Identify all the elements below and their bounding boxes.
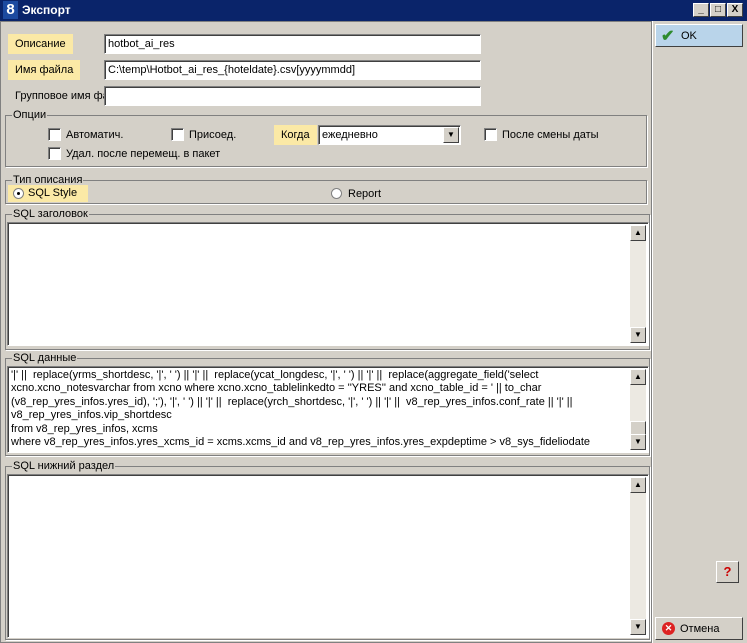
sql-data-text: '|' || replace(yrms_shortdesc, '|', ' ')… bbox=[11, 369, 591, 449]
after-date-change-checkbox[interactable] bbox=[484, 128, 497, 141]
button-panel bbox=[652, 21, 747, 643]
sql-style-radio[interactable]: SQL Style bbox=[8, 185, 88, 202]
app-logo-icon: 8 bbox=[3, 1, 18, 19]
attach-checkbox[interactable] bbox=[171, 128, 184, 141]
auto-label: Автоматич. bbox=[66, 129, 124, 141]
after-date-change-label: После смены даты bbox=[502, 129, 599, 141]
filename-label: Имя файла bbox=[8, 60, 81, 80]
when-value: ежедневно bbox=[322, 129, 378, 141]
close-button[interactable]: X bbox=[727, 3, 743, 17]
description-label: Описание bbox=[8, 34, 73, 54]
sql-data-textarea[interactable]: '|' || replace(yrms_shortdesc, '|', ' ')… bbox=[7, 366, 649, 453]
when-label: Когда bbox=[274, 125, 317, 145]
checkmark-icon: ✔ bbox=[661, 28, 675, 45]
window-title: Экспорт bbox=[22, 3, 71, 17]
scroll-up-icon[interactable]: ▲ bbox=[630, 225, 646, 241]
auto-checkbox[interactable] bbox=[48, 128, 61, 141]
ok-label: OK bbox=[681, 30, 697, 42]
scroll-down-icon[interactable]: ▼ bbox=[630, 434, 646, 450]
description-type-group: Тип описания bbox=[5, 174, 647, 204]
group-filename-input[interactable] bbox=[104, 86, 481, 106]
scroll-down-icon[interactable]: ▼ bbox=[630, 327, 646, 343]
scroll-down-icon[interactable]: ▼ bbox=[630, 619, 646, 635]
filename-input[interactable]: C:\temp\Hotbot_ai_res_{hoteldate}.csv[yy… bbox=[104, 60, 481, 80]
report-label: Report bbox=[348, 188, 382, 200]
help-button[interactable]: ? bbox=[716, 561, 739, 583]
options-caption: Опции bbox=[12, 109, 48, 121]
description-input[interactable]: hotbot_ai_res bbox=[104, 34, 481, 54]
group-filename-label: Групповое имя фа bbox=[15, 90, 109, 102]
title-bar: 8 Экспорт _ □ X bbox=[0, 0, 747, 21]
sql-footer-caption: SQL нижний раздел bbox=[12, 460, 116, 472]
cancel-icon: ✕ bbox=[662, 622, 675, 635]
scroll-up-icon[interactable]: ▲ bbox=[630, 369, 646, 385]
maximize-button[interactable]: □ bbox=[710, 3, 726, 17]
minimize-button[interactable]: _ bbox=[693, 3, 709, 17]
sql-header-caption: SQL заголовок bbox=[12, 208, 89, 220]
report-radio[interactable] bbox=[331, 188, 342, 199]
scrollbar[interactable]: ▲ ▼ bbox=[630, 225, 646, 343]
attach-label: Присоед. bbox=[189, 129, 237, 141]
scrollbar[interactable]: ▲ ▼ bbox=[630, 369, 646, 450]
delete-after-label: Удал. после перемещ. в пакет bbox=[66, 148, 221, 160]
delete-after-checkbox[interactable] bbox=[48, 147, 61, 160]
cancel-label: Отмена bbox=[680, 623, 720, 635]
cancel-button[interactable]: ✕ Отмена bbox=[655, 617, 743, 640]
sql-header-textarea[interactable]: ▲ ▼ bbox=[7, 222, 649, 346]
radio-selected-icon bbox=[13, 188, 24, 199]
scroll-up-icon[interactable]: ▲ bbox=[630, 477, 646, 493]
ok-button[interactable]: ✔ OK bbox=[655, 24, 743, 47]
sql-data-caption: SQL данные bbox=[12, 352, 78, 364]
when-select[interactable]: ежедневно ▼ bbox=[318, 125, 461, 145]
dropdown-arrow-icon[interactable]: ▼ bbox=[443, 127, 459, 143]
sql-style-label: SQL Style bbox=[28, 187, 78, 199]
scrollbar[interactable]: ▲ ▼ bbox=[630, 477, 646, 635]
sql-footer-textarea[interactable]: ▲ ▼ bbox=[7, 474, 649, 638]
